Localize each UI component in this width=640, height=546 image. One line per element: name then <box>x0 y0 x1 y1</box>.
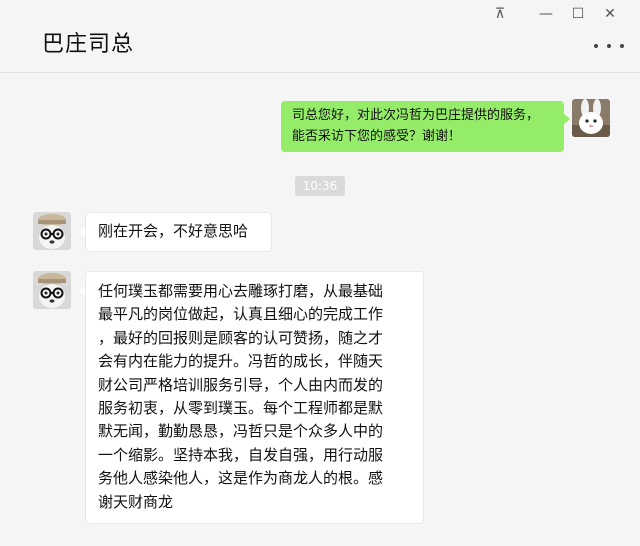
avatar[interactable] <box>33 212 71 250</box>
avatar[interactable] <box>572 99 610 137</box>
dog-with-glasses-avatar-icon <box>33 212 71 250</box>
pin-icon[interactable]: ⊼ <box>486 4 514 24</box>
close-icon[interactable]: ✕ <box>596 4 624 24</box>
minimize-icon[interactable]: — <box>532 4 560 24</box>
timestamp: 10:36 <box>295 176 345 196</box>
bubble-tail <box>563 113 570 125</box>
more-options-icon[interactable] <box>594 36 624 56</box>
maximize-icon[interactable]: ☐ <box>564 4 592 24</box>
bunny-avatar-icon <box>572 99 610 137</box>
title-bar: 巴庄司总 ⊼ — ☐ ✕ <box>0 0 640 73</box>
message-text: 刚在开会，不好意思哈 <box>98 222 249 240</box>
chat-title: 巴庄司总 <box>42 32 135 57</box>
received-message-bubble[interactable]: 刚在开会，不好意思哈 <box>85 212 272 252</box>
message-text: 司总您好，对此次冯哲为巴庄提供的服务， 能否采访下您的感受？谢谢！ <box>292 108 540 144</box>
message-text: 任何璞玉都需要用心去雕琢打磨，从最基础 最平凡的岗位做起，认真且细心的完成工作 … <box>98 282 384 511</box>
avatar[interactable] <box>33 271 71 309</box>
received-message-bubble[interactable]: 任何璞玉都需要用心去雕琢打磨，从最基础 最平凡的岗位做起，认真且细心的完成工作 … <box>85 271 424 524</box>
dog-with-glasses-avatar-icon <box>33 271 71 309</box>
sent-message-bubble[interactable]: 司总您好，对此次冯哲为巴庄提供的服务， 能否采访下您的感受？谢谢！ <box>281 101 564 152</box>
